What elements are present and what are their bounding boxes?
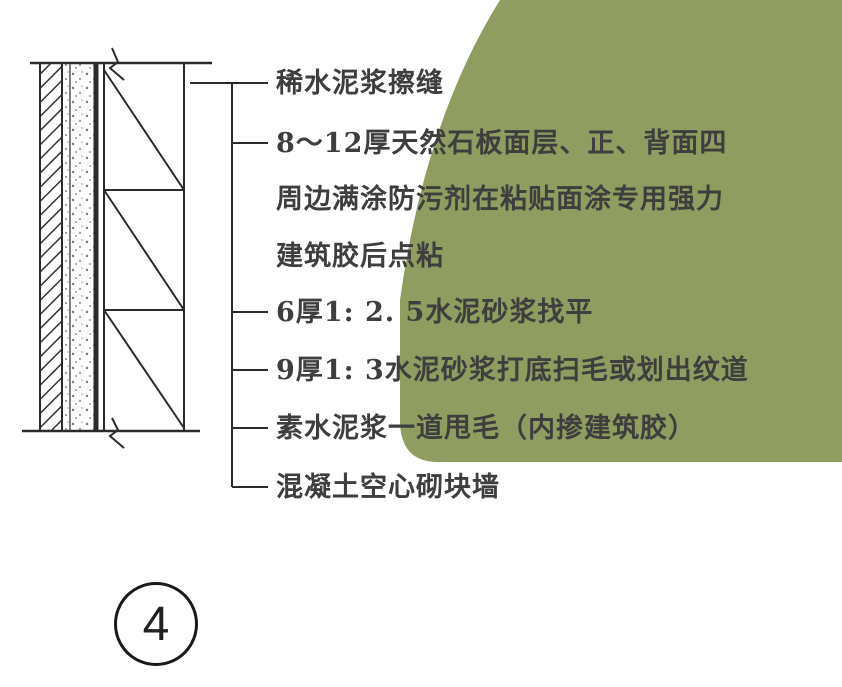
zigzag-diagonal-2 <box>103 189 185 311</box>
wall-cross-section <box>22 47 212 449</box>
layer-label-leveling-mortar: 6厚1: 2. 5水泥砂浆找平 <box>276 297 594 328</box>
zigzag-diagonal-3 <box>103 309 185 429</box>
detail-number-circle: 4 <box>114 582 198 666</box>
detail-number-text: 4 <box>142 597 170 651</box>
layer-label-stone-panel-3: 建筑胶后点粘 <box>276 241 444 272</box>
layer-label-base-mortar: 9厚1: 3水泥砂浆打底扫毛或划出纹道 <box>276 355 749 386</box>
break-mark-bottom <box>108 417 125 449</box>
wall-section-diagram <box>22 0 842 488</box>
green-overlay-shape <box>400 0 842 462</box>
layer-label-cement-slurry: 素水泥浆一道甩毛（内掺建筑胶） <box>276 413 696 444</box>
layer-label-block-wall: 混凝土空心砌块墙 <box>276 472 500 503</box>
leader-lines <box>190 82 268 488</box>
concrete-block-wall-hatch <box>39 62 63 432</box>
layer-label-slurry-joint: 稀水泥浆擦缝 <box>276 68 444 99</box>
zigzag-diagonal-1 <box>103 69 185 191</box>
mortar-layer <box>61 62 97 432</box>
layer-label-stone-panel-1: 8～12厚天然石板面层、正、背面四 <box>276 128 728 159</box>
layer-label-stone-panel-2: 周边满涂防污剂在粘贴面涂专用强力 <box>276 184 724 215</box>
